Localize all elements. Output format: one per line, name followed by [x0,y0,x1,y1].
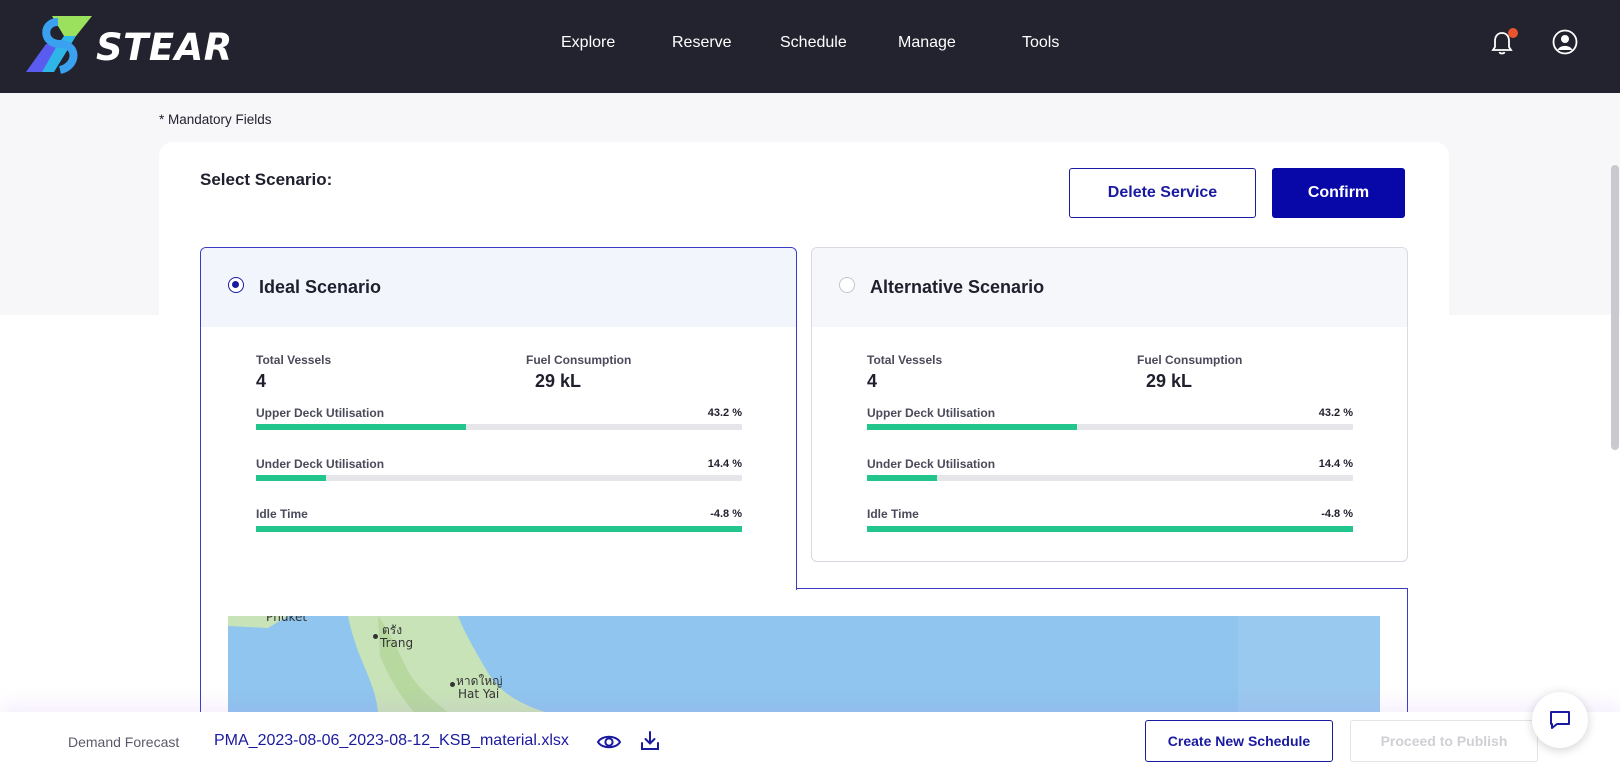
upper-deck-value: 43.2 % [1318,407,1353,419]
idle-time-bar [256,526,742,532]
selection-outline-right [1407,588,1408,712]
chat-button[interactable] [1532,692,1588,748]
selection-outline-left [200,590,201,712]
nav-manage[interactable]: Manage [898,34,956,52]
chat-icon [1550,711,1570,729]
route-map[interactable]: Phuket ตรัง Trang หาดใหญ่ Hat Yai [228,616,1380,716]
confirm-button[interactable]: Confirm [1272,168,1405,218]
scenario-card-header[interactable]: Alternative Scenario [812,248,1407,327]
mandatory-note: * Mandatory Fields [159,112,272,127]
user-icon[interactable] [1552,29,1578,55]
map-marker-hatyai [450,682,455,687]
under-deck-label: Under Deck Utilisation [256,457,385,471]
idle-time-bar-fill [256,526,742,532]
total-vessels-value: 4 [867,371,878,391]
under-deck-bar-fill [256,475,326,481]
total-vessels-label: Total Vessels [867,353,943,367]
map-label-hatyai: Hat Yai [458,687,500,701]
demand-forecast-label: Demand Forecast [68,734,180,750]
download-icon[interactable] [638,729,662,753]
under-deck-bar-fill [867,475,937,481]
page-scrollbar[interactable] [1611,165,1619,450]
upper-deck-bar-fill [256,424,466,430]
fuel-consumption-value: 29 kL [1146,371,1193,391]
under-deck-bar [867,475,1353,481]
main-nav: Explore Reserve Schedule Manage Tools [0,34,1620,58]
idle-time-label: Idle Time [867,507,919,521]
nav-explore[interactable]: Explore [561,34,615,52]
upper-deck-bar [867,424,1353,430]
fuel-consumption-value: 29 kL [535,371,582,391]
upper-deck-label: Upper Deck Utilisation [867,406,996,420]
upper-deck-label: Upper Deck Utilisation [256,406,385,420]
nav-reserve[interactable]: Reserve [672,34,732,52]
scenario-title: Alternative Scenario [870,277,1045,297]
scenario-card-alternative[interactable]: Alternative Scenario Total Vessels 4 Fue… [811,247,1408,562]
upper-deck-value: 43.2 % [707,407,742,419]
idle-time-label: Idle Time [256,507,308,521]
scenario-radio-ideal[interactable] [228,277,244,293]
fuel-consumption-label: Fuel Consumption [1137,353,1243,367]
nav-schedule[interactable]: Schedule [780,34,847,52]
scenario-radio-alternative[interactable] [839,277,855,293]
scenario-card-header[interactable]: Ideal Scenario [201,248,796,327]
idle-time-bar-fill [867,526,1353,532]
upper-deck-bar [256,424,742,430]
scenario-card-ideal[interactable]: Ideal Scenario Total Vessels 4 Fuel Cons… [200,247,797,590]
scenario-title: Ideal Scenario [259,277,382,297]
under-deck-label: Under Deck Utilisation [867,457,996,471]
idle-time-value: -4.8 % [710,508,742,520]
notification-dot [1508,28,1518,38]
under-deck-bar [256,475,742,481]
total-vessels-value: 4 [256,371,267,391]
map-marker-trang [373,634,378,639]
fuel-consumption-label: Fuel Consumption [526,353,632,367]
idle-time-bar [867,526,1353,532]
under-deck-value: 14.4 % [707,458,742,470]
proceed-to-publish-button[interactable]: Proceed to Publish [1350,720,1538,762]
nav-tools[interactable]: Tools [1022,34,1059,52]
under-deck-value: 14.4 % [1318,458,1353,470]
select-scenario-title: Select Scenario: [200,170,333,189]
total-vessels-label: Total Vessels [256,353,332,367]
upper-deck-bar-fill [867,424,1077,430]
map-label-trang: Trang [380,636,414,650]
selection-outline-top [796,588,1408,589]
create-new-schedule-button[interactable]: Create New Schedule [1145,720,1333,762]
forecast-file-link[interactable]: PMA_2023-08-06_2023-08-12_KSB_material.x… [214,732,569,750]
idle-time-value: -4.8 % [1321,508,1353,520]
delete-service-button[interactable]: Delete Service [1069,168,1256,218]
eye-icon[interactable] [596,730,622,754]
map-label-phuket: Phuket [266,616,308,624]
